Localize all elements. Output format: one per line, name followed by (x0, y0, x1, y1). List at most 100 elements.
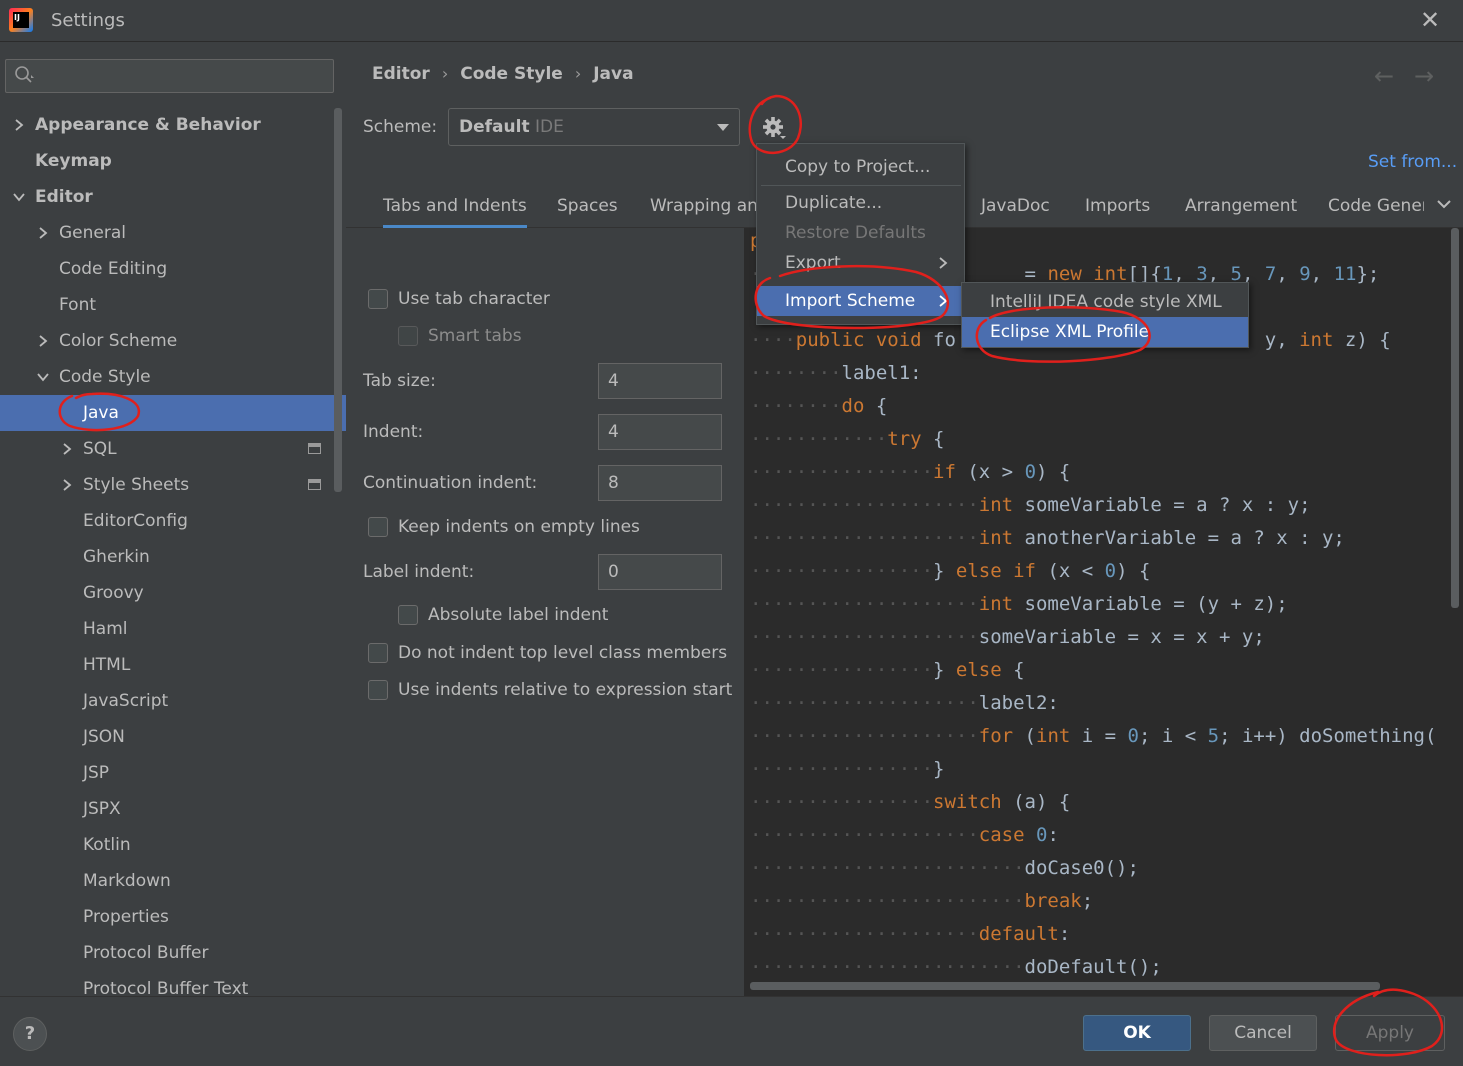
sidebar-item-label: Keymap (35, 151, 112, 171)
ok-button[interactable]: OK (1083, 1015, 1191, 1051)
apply-button[interactable]: Apply (1335, 1015, 1445, 1051)
sidebar-item-editor[interactable]: Editor (0, 179, 346, 215)
tab-size-input[interactable]: 4 (598, 363, 722, 399)
gear-menu: Copy to Project... Duplicate... Restore … (756, 143, 965, 325)
set-from-link[interactable]: Set from... (1368, 152, 1457, 172)
sidebar-item-label: Appearance & Behavior (35, 115, 261, 135)
chevron-right-icon[interactable] (36, 226, 50, 240)
smart-tabs-label: Smart tabs (428, 326, 522, 346)
sidebar-item-protocol-buffer[interactable]: Protocol Buffer (0, 935, 346, 971)
chevron-down-icon[interactable] (1436, 196, 1452, 212)
gear-icon[interactable] (756, 111, 790, 145)
forward-arrow-icon[interactable]: → (1414, 62, 1434, 90)
back-arrow-icon[interactable]: ← (1374, 62, 1394, 90)
sidebar-item-groovy[interactable]: Groovy (0, 575, 346, 611)
sidebar-item-jsp[interactable]: JSP (0, 755, 346, 791)
sidebar-item-style-sheets[interactable]: Style Sheets (0, 467, 346, 503)
breadcrumb-item: Code Style (460, 64, 563, 84)
indent-input[interactable]: 4 (598, 414, 722, 450)
chevron-down-icon[interactable] (12, 190, 26, 204)
sidebar-item-html[interactable]: HTML (0, 647, 346, 683)
no-indent-top-level-checkbox[interactable] (368, 643, 388, 663)
preview-vertical-scrollbar[interactable] (1451, 228, 1459, 608)
submenu-intellij-xml[interactable]: IntelliJ IDEA code style XML (962, 287, 1248, 317)
sidebar-item-color-scheme[interactable]: Color Scheme (0, 323, 346, 359)
sidebar-item-label: Font (59, 295, 97, 315)
sidebar-item-label: General (59, 223, 126, 243)
sidebar-item-gherkin[interactable]: Gherkin (0, 539, 346, 575)
sidebar-item-appearance-behavior[interactable]: Appearance & Behavior (0, 107, 346, 143)
sidebar-item-label: HTML (83, 655, 131, 675)
sidebar-item-haml[interactable]: Haml (0, 611, 346, 647)
tabs-and-indents-form: Use tab character Smart tabs Tab size: 4… (346, 228, 744, 996)
settings-sidebar: Appearance & Behavior Keymap Editor General… (0, 42, 346, 996)
settings-search-input[interactable] (5, 59, 334, 93)
indent-label: Indent: (363, 422, 424, 442)
menu-copy-to-project[interactable]: Copy to Project... (757, 152, 964, 182)
sidebar-item-label: Kotlin (83, 835, 131, 855)
continuation-indent-input[interactable]: 8 (598, 465, 722, 501)
sidebar-item-general[interactable]: General (0, 215, 346, 251)
menu-import-scheme[interactable]: Import Scheme (757, 286, 964, 316)
sidebar-item-label: Protocol Buffer (83, 943, 209, 963)
chevron-down-icon[interactable] (36, 370, 50, 384)
sidebar-item-jspx[interactable]: JSPX (0, 791, 346, 827)
chevron-right-icon[interactable] (60, 478, 74, 492)
sidebar-item-code-editing[interactable]: Code Editing (0, 251, 346, 287)
sidebar-item-font[interactable]: Font (0, 287, 346, 323)
intellij-logo-icon: IJ (9, 8, 33, 32)
sidebar-item-sql[interactable]: SQL (0, 431, 346, 467)
tab-arrangement[interactable]: Arrangement (1185, 196, 1297, 216)
tab-code-generation[interactable]: Code Generation (1328, 196, 1424, 216)
indents-relative-checkbox[interactable] (368, 680, 388, 700)
sidebar-item-javascript[interactable]: JavaScript (0, 683, 346, 719)
sidebar-item-label: JSPX (83, 799, 121, 819)
chevron-right-icon[interactable] (36, 334, 50, 348)
sidebar-scrollbar[interactable] (334, 108, 342, 492)
scheme-scope: IDE (535, 117, 564, 137)
absolute-label-indent-checkbox[interactable] (398, 605, 418, 625)
sidebar-item-editorconfig[interactable]: EditorConfig (0, 503, 346, 539)
menu-separator (761, 185, 961, 186)
sidebar-item-markdown[interactable]: Markdown (0, 863, 346, 899)
close-icon[interactable]: ✕ (1416, 6, 1444, 34)
cancel-button[interactable]: Cancel (1209, 1015, 1317, 1051)
submenu-eclipse-xml-profile[interactable]: Eclipse XML Profile (962, 317, 1248, 347)
sidebar-item-json[interactable]: JSON (0, 719, 346, 755)
label-indent-input[interactable]: 0 (598, 554, 722, 590)
breadcrumb-item: Java (593, 64, 634, 84)
title-bar: IJ Settings ✕ (0, 0, 1463, 42)
scheme-dropdown[interactable]: Default IDE (448, 108, 740, 146)
dropdown-arrow-icon (717, 124, 729, 131)
menu-export[interactable]: Export (757, 248, 964, 278)
sidebar-item-label: Groovy (83, 583, 144, 603)
menu-duplicate[interactable]: Duplicate... (757, 188, 964, 218)
tab-tabs-and-indents[interactable]: Tabs and Indents (383, 196, 527, 228)
indents-relative-label: Use indents relative to expression start (398, 680, 733, 700)
help-button[interactable]: ? (13, 1017, 47, 1051)
project-scope-icon (308, 479, 321, 490)
keep-indents-empty-label: Keep indents on empty lines (398, 517, 640, 537)
sidebar-item-label: Style Sheets (83, 475, 190, 495)
menu-import-scheme-label: Import Scheme (785, 291, 916, 311)
preview-horizontal-scrollbar[interactable] (750, 982, 1380, 990)
chevron-right-icon (939, 295, 948, 307)
sidebar-item-label: Code Editing (59, 259, 168, 279)
tab-javadoc[interactable]: JavaDoc (981, 196, 1050, 216)
breadcrumb: Editor › Code Style › Java (372, 64, 634, 84)
sidebar-item-label: JSP (83, 763, 110, 783)
use-tab-character-checkbox[interactable] (368, 289, 388, 309)
scheme-name: Default (459, 117, 530, 137)
sidebar-item-kotlin[interactable]: Kotlin (0, 827, 346, 863)
chevron-right-icon[interactable] (12, 118, 26, 132)
chevron-right-icon[interactable] (60, 442, 74, 456)
sidebar-item-code-style[interactable]: Code Style (0, 359, 346, 395)
sidebar-item-protocol-buffer-text[interactable]: Protocol Buffer Text (0, 971, 346, 996)
sidebar-item-java[interactable]: Java (0, 395, 346, 431)
smart-tabs-checkbox[interactable] (398, 326, 418, 346)
sidebar-item-keymap[interactable]: Keymap (0, 143, 346, 179)
sidebar-item-properties[interactable]: Properties (0, 899, 346, 935)
tab-imports[interactable]: Imports (1085, 196, 1150, 216)
keep-indents-empty-checkbox[interactable] (368, 517, 388, 537)
tab-spaces[interactable]: Spaces (557, 196, 618, 216)
